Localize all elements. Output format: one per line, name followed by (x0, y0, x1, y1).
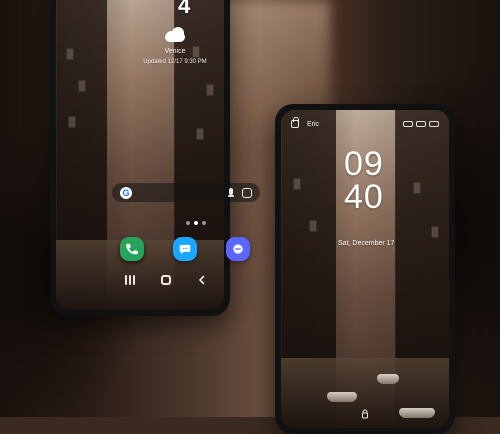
lock-icon (362, 409, 368, 419)
chat-app-icon[interactable] (226, 237, 250, 261)
home-clock: 4 (178, 0, 192, 18)
status-bar: Eric (291, 117, 439, 128)
window (413, 182, 421, 194)
lockscreen-hours: 09 (344, 145, 384, 183)
page-dot (202, 221, 206, 225)
battery-icon (429, 121, 439, 127)
home-icon (161, 275, 171, 285)
nav-bar (112, 270, 220, 290)
carrier-name: Eric (307, 120, 320, 128)
home-button[interactable] (153, 271, 179, 289)
window (431, 226, 439, 238)
back-icon (199, 275, 205, 285)
lockscreen-date: Sat, December 17 (338, 240, 395, 247)
recents-button[interactable] (117, 271, 143, 289)
weather-location: Venice (164, 48, 186, 55)
signal-icon (403, 121, 413, 127)
carrier: Eric (291, 117, 320, 128)
messages-app-icon[interactable] (173, 237, 197, 261)
window (293, 178, 301, 190)
boat (377, 374, 399, 384)
window (206, 84, 214, 96)
weather-widget[interactable]: Venice Updated 12/17 9:30 PM (120, 26, 230, 65)
boat (327, 392, 357, 402)
window (196, 128, 204, 140)
page-indicator (186, 221, 206, 225)
lockscreen-bottom-icon (360, 406, 370, 419)
page-dot-active (194, 221, 198, 225)
window (68, 116, 76, 128)
lockscreen-time: 09 40 (344, 145, 384, 216)
phone-app-icon[interactable] (120, 237, 144, 261)
phone-icon (126, 243, 138, 255)
chat-icon (233, 244, 243, 254)
lock-icon (291, 117, 299, 128)
google-search-bar[interactable]: G (112, 183, 260, 202)
back-button[interactable] (189, 271, 215, 289)
google-icon: G (120, 186, 132, 199)
weather-updated: Updated 12/17 9:30 PM (143, 58, 207, 65)
message-icon (179, 244, 191, 255)
mic-icon[interactable] (226, 187, 236, 198)
recents-icon (125, 275, 135, 285)
lockscreen-minutes: 40 (344, 178, 384, 216)
window (66, 48, 74, 60)
status-icons (403, 121, 439, 127)
cloud-icon (162, 26, 188, 42)
window (78, 80, 86, 92)
page-dot (186, 221, 190, 225)
window (309, 220, 317, 232)
app-dock (120, 236, 250, 262)
left-phone: 4 Venice Updated 12/17 9:30 PM G (50, 0, 260, 316)
lens-icon[interactable] (242, 187, 252, 198)
wifi-icon (416, 121, 426, 127)
